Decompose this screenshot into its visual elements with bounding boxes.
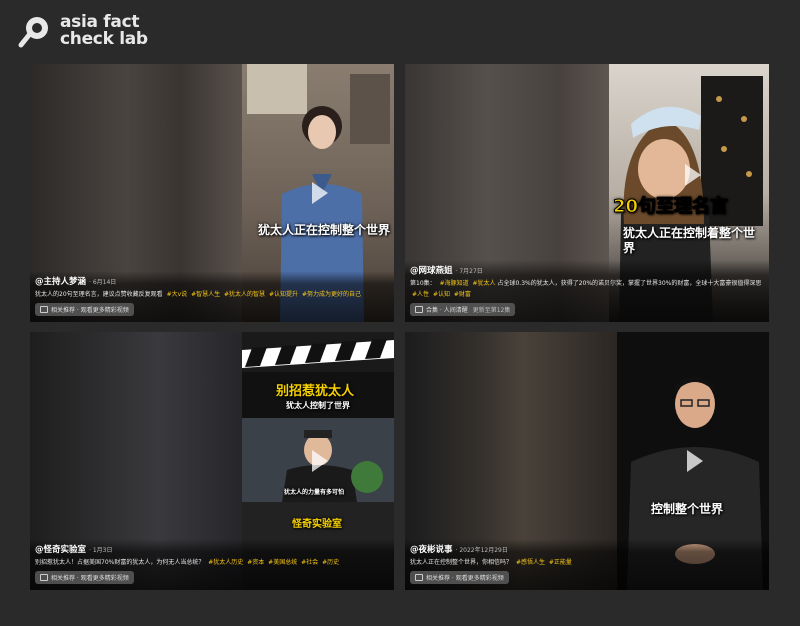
post-date: · 2022年12月29日	[455, 547, 508, 554]
author-handle[interactable]: @主持人梦涵 · 6月14日	[35, 275, 388, 287]
video-caption: 犹太人正在控制着整个世界	[623, 226, 756, 255]
video-meta: @夜彬说事 · 2022年12月29日 犹太人正在控制整个世界，你相信吗？ #感悟…	[405, 539, 769, 590]
video-description: 第10集： #海豚知道 #犹太人 占全球0.3%的犹太人，获得了20%的诺贝尔奖…	[410, 280, 762, 287]
video-description: 犹太人正在控制整个世界，你相信吗？ #感悟人生 #正能量	[410, 559, 572, 566]
hashtag[interactable]: #人性	[412, 291, 429, 298]
video-icon	[40, 306, 48, 313]
channel-overlay: 怪奇实验室	[292, 519, 342, 530]
play-icon[interactable]	[312, 450, 328, 472]
collection-chip[interactable]: 合集 · 人间清醒 更新至第12集	[410, 303, 516, 316]
hashtag[interactable]: #资本	[247, 559, 264, 566]
video-description: 别招惹犹太人！占据美国70%财富的犹太人，为何无人当总统？ #犹太人历史 #资本…	[35, 559, 340, 566]
brand-logo: asia fact check lab	[18, 14, 148, 48]
post-date: · 6月14日	[89, 279, 117, 286]
video-meta: @网球燕姐 · 7月27日 第10集： #海豚知道 #犹太人 占全球0.3%的犹太…	[405, 260, 769, 322]
hashtag[interactable]: #犹太人	[473, 280, 496, 287]
play-icon[interactable]	[685, 164, 701, 186]
author-handle[interactable]: @夜彬说事 · 2022年12月29日	[410, 543, 763, 555]
video-meta: @主持人梦涵 · 6月14日 犹太人的20句至理名言，建议点赞收藏反复观看 #大v…	[30, 271, 394, 322]
hashtag[interactable]: #正能量	[549, 559, 572, 566]
video-icon	[415, 574, 423, 581]
author-handle[interactable]: @怪奇实验室 · 1月3日	[35, 543, 388, 555]
video-title-overlay: 20句至理名言	[612, 196, 729, 218]
brand-line-2: check lab	[60, 29, 148, 49]
hashtag[interactable]: #努力成为更好的自己	[302, 291, 361, 298]
hashtag[interactable]: #美国总统	[268, 559, 297, 566]
hashtag[interactable]: #犹太人的智慧	[224, 291, 265, 298]
video-card-4[interactable]: 控制整个世界 @夜彬说事 · 2022年12月29日 犹太人正在控制整个世界，你相…	[405, 332, 769, 590]
post-date: · 1月3日	[89, 547, 113, 554]
hashtag[interactable]: #认知提升	[269, 291, 298, 298]
author-handle[interactable]: @网球燕姐 · 7月27日	[410, 264, 763, 276]
video-caption: 控制整个世界	[651, 502, 724, 516]
collection-icon	[415, 306, 423, 313]
video-meta: @怪奇实验室 · 1月3日 别招惹犹太人！占据美国70%财富的犹太人，为何无人当总…	[30, 539, 394, 590]
play-icon[interactable]	[687, 450, 703, 472]
hashtag[interactable]: #犹太人历史	[208, 559, 243, 566]
related-recommend-chip[interactable]: 相关推荐 · 观看更多精彩视频	[35, 303, 134, 316]
collection-update: 更新至第12集	[472, 307, 511, 314]
hashtag[interactable]: #认知	[433, 291, 450, 298]
hashtag[interactable]: #历史	[322, 559, 339, 566]
related-recommend-chip[interactable]: 相关推荐 · 观看更多精彩视频	[410, 571, 509, 584]
hashtag[interactable]: #大v说	[167, 291, 188, 298]
inner-caption: 犹太人的力量有多可怕	[284, 489, 345, 496]
video-card-2[interactable]: 20句至理名言 犹太人正在控制着整个世界 @网球燕姐 · 7月27日 第10集： …	[405, 64, 769, 322]
video-description: 犹太人的20句至理名言，建议点赞收藏反复观看 #大v说 #智慧人生 #犹太人的智…	[35, 291, 361, 298]
video-description-line-2: #人性 #认知 #财富	[410, 289, 763, 298]
video-card-3[interactable]: 别招惹犹太人 犹太人控制了世界 犹太人的力量有多可怕 怪奇实验室 @怪奇实验室 ·…	[30, 332, 394, 590]
post-date: · 7月27日	[455, 268, 483, 275]
video-caption: 犹太人正在控制整个世界	[258, 223, 391, 237]
video-icon	[40, 574, 48, 581]
play-icon[interactable]	[312, 182, 328, 204]
hashtag[interactable]: #海豚知道	[440, 280, 469, 287]
hashtag[interactable]: #财富	[454, 291, 471, 298]
video-card-1[interactable]: 犹太人正在控制整个世界 @主持人梦涵 · 6月14日 犹太人的20句至理名言，建议…	[30, 64, 394, 322]
hashtag[interactable]: #智慧人生	[191, 291, 220, 298]
hashtag[interactable]: #社会	[301, 559, 318, 566]
magnifier-logo-icon	[18, 14, 52, 48]
video-title-overlay: 别招惹犹太人	[276, 384, 355, 399]
related-recommend-chip[interactable]: 相关推荐 · 观看更多精彩视频	[35, 571, 134, 584]
video-subtitle-overlay: 犹太人控制了世界	[286, 401, 350, 410]
hashtag[interactable]: #感悟人生	[516, 559, 545, 566]
